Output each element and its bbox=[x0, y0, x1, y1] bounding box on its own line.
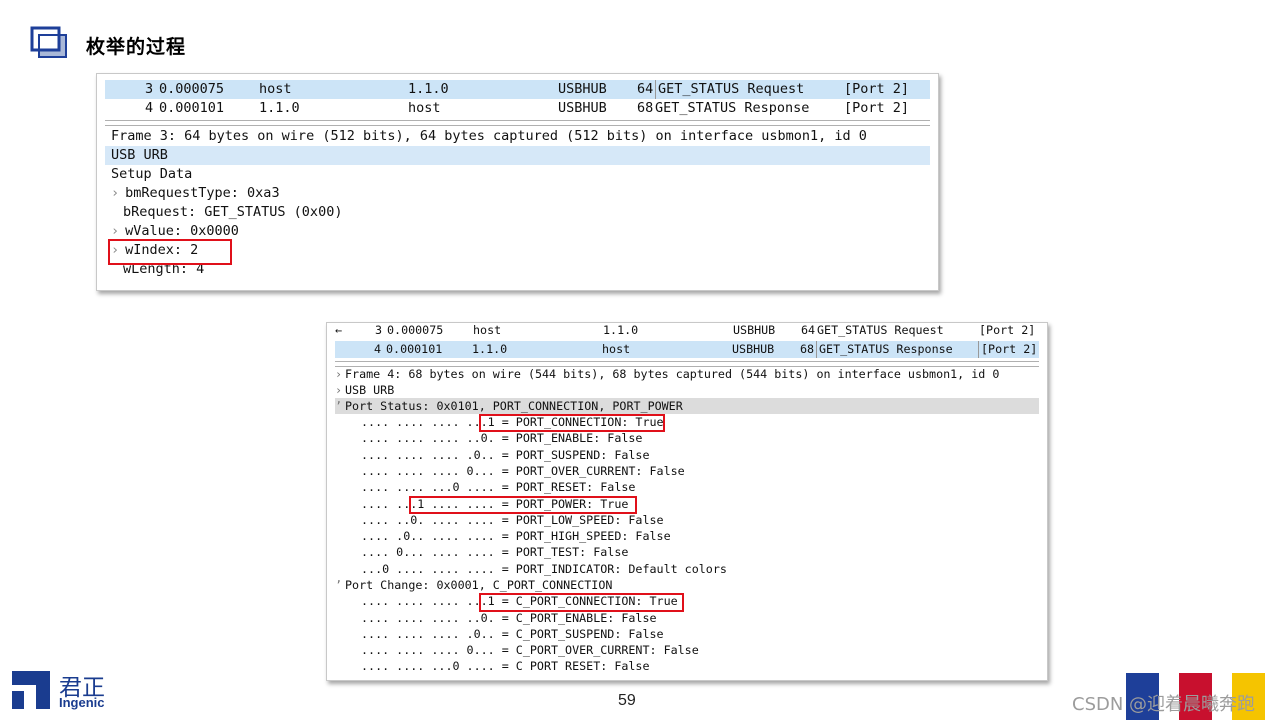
bit-field-row[interactable]: ...0 .... .... .... = PORT_INDICATOR: De… bbox=[335, 561, 1039, 577]
packet-info: GET_STATUS Response bbox=[816, 341, 953, 358]
packet-no: 3 bbox=[145, 81, 154, 97]
logo-english-name: Ingenic bbox=[59, 695, 105, 710]
detail-port-change[interactable]: ʼ Port Change: 0x0001, C_PORT_CONNECTION bbox=[335, 577, 1039, 593]
detail-text: bmRequestType: 0xa3 bbox=[125, 185, 280, 201]
packet-destination: 1.1.0 bbox=[408, 81, 449, 97]
bit-field-row[interactable]: .... .... .... 0... = C_PORT_OVER_CURREN… bbox=[335, 642, 1039, 658]
detail-brequest[interactable]: bRequest: GET_STATUS (0x00) bbox=[105, 203, 930, 222]
packet-time: 0.000101 bbox=[159, 100, 225, 116]
title-squares-icon bbox=[30, 26, 67, 58]
packet-length: 64 bbox=[801, 323, 816, 337]
bit-field-row[interactable]: .... .... .... 0... = PORT_OVER_CURRENT:… bbox=[335, 463, 1039, 479]
watermark: CSDN @迎着晨曦奔跑 bbox=[1072, 694, 1256, 715]
detail-text: Port Status: 0x0101, PORT_CONNECTION, PO… bbox=[345, 399, 683, 413]
packet-source: 1.1.0 bbox=[259, 100, 300, 116]
page-number: 59 bbox=[618, 692, 636, 709]
packet-info: GET_STATUS Response bbox=[655, 100, 810, 116]
packet-protocol: USBHUB bbox=[558, 100, 607, 116]
detail-bmrequesttype[interactable]: › bmRequestType: 0xa3 bbox=[105, 184, 930, 203]
detail-frame[interactable]: Frame 3: 64 bytes on wire (512 bits), 64… bbox=[105, 127, 930, 146]
packet-row[interactable]: 4 0.000101 1.1.0 host USBHUB 68 GET_STAT… bbox=[105, 99, 930, 118]
packet-time: 0.000101 bbox=[386, 342, 443, 356]
packet-port: [Port 2] bbox=[979, 323, 1036, 337]
highlight-box bbox=[479, 593, 684, 612]
highlight-box bbox=[108, 239, 232, 265]
expand-caret-icon[interactable]: › bbox=[335, 366, 345, 382]
bit-field-row[interactable]: .... .0.. .... .... = PORT_HIGH_SPEED: F… bbox=[335, 528, 1039, 544]
detail-text: wValue: 0x0000 bbox=[125, 223, 239, 239]
bit-field-row[interactable]: .... .... ...0 .... = C PORT RESET: Fals… bbox=[335, 658, 1039, 674]
packet-port: [Port 2] bbox=[978, 341, 1037, 358]
collapse-caret-icon[interactable]: ʼ bbox=[335, 577, 345, 593]
expand-chevron-icon[interactable]: › bbox=[111, 223, 119, 239]
packet-protocol: USBHUB bbox=[732, 342, 775, 356]
bit-field-row[interactable]: .... .... .... .0.. = PORT_SUSPEND: Fals… bbox=[335, 447, 1039, 463]
detail-usb-urb[interactable]: › USB URB bbox=[335, 382, 1039, 398]
detail-port-status[interactable]: ʼ Port Status: 0x0101, PORT_CONNECTION, P… bbox=[335, 398, 1039, 415]
packet-destination: host bbox=[602, 342, 631, 356]
expand-caret-icon[interactable]: › bbox=[335, 382, 345, 398]
bit-field-row[interactable]: .... ..0. .... .... = PORT_LOW_SPEED: Fa… bbox=[335, 512, 1039, 528]
packet-no: 4 bbox=[145, 100, 154, 116]
bit-field-row[interactable]: .... .... .... ..0. = C_PORT_ENABLE: Fal… bbox=[335, 610, 1039, 626]
packet-destination: host bbox=[408, 100, 441, 116]
bit-field-row[interactable]: .... .... ...0 .... = PORT_RESET: False bbox=[335, 479, 1039, 495]
detail-setup-data[interactable]: Setup Data bbox=[105, 165, 930, 184]
detail-frame[interactable]: › Frame 4: 68 bytes on wire (544 bits), 6… bbox=[335, 366, 1039, 382]
slide-title: 枚举的过程 bbox=[86, 36, 187, 58]
bit-field-row[interactable]: .... .... .... .0.. = C_PORT_SUSPEND: Fa… bbox=[335, 626, 1039, 642]
packet-no: 3 bbox=[375, 323, 383, 337]
highlight-box bbox=[479, 414, 665, 432]
packet-length: 64 bbox=[637, 81, 654, 97]
bit-field-row[interactable]: .... .... .... ...1 = PORT_CONNECTION: T… bbox=[335, 414, 1039, 430]
packet-capture-response: ← 3 0.000075 host 1.1.0 USBHUB 64 GET_ST… bbox=[326, 322, 1048, 681]
bit-field-row[interactable]: .... .... .... ...1 = C_PORT_CONNECTION:… bbox=[335, 593, 1039, 609]
packet-time: 0.000075 bbox=[387, 323, 444, 337]
packet-row[interactable]: 4 0.000101 1.1.0 host USBHUB 68 GET_STAT… bbox=[335, 341, 1039, 358]
highlight-box bbox=[409, 496, 637, 514]
bit-field-row[interactable]: .... .... .... ..0. = PORT_ENABLE: False bbox=[335, 430, 1039, 446]
detail-text: USB URB bbox=[345, 383, 395, 397]
detail-text: Frame 4: 68 bytes on wire (544 bits), 68… bbox=[345, 367, 1000, 381]
packet-port: [Port 2] bbox=[844, 81, 910, 97]
pane-divider[interactable] bbox=[105, 120, 930, 126]
packet-info: GET_STATUS Request bbox=[655, 80, 804, 99]
packet-info: GET_STATUS Request bbox=[817, 323, 944, 337]
packet-protocol: USBHUB bbox=[558, 81, 607, 97]
packet-capture-request: 3 0.000075 host 1.1.0 USBHUB 64 GET_STAT… bbox=[96, 73, 939, 291]
packet-source: host bbox=[259, 81, 292, 97]
packet-source: host bbox=[473, 323, 502, 337]
packet-length: 68 bbox=[800, 342, 815, 356]
detail-text: Port Change: 0x0001, C_PORT_CONNECTION bbox=[345, 578, 613, 592]
packet-time: 0.000075 bbox=[159, 81, 225, 97]
packet-row[interactable]: 3 0.000075 host 1.1.0 USBHUB 64 GET_STAT… bbox=[105, 80, 930, 99]
packet-port: [Port 2] bbox=[844, 100, 910, 116]
ingenic-logo-icon bbox=[12, 671, 50, 709]
packet-no: 4 bbox=[374, 342, 382, 356]
collapse-caret-icon[interactable]: ʼ bbox=[335, 398, 345, 414]
packet-row[interactable]: ← 3 0.000075 host 1.1.0 USBHUB 64 GET_ST… bbox=[331, 323, 1043, 337]
packet-length: 68 bbox=[637, 100, 654, 116]
arrow-icon: ← bbox=[335, 323, 343, 337]
packet-destination: 1.1.0 bbox=[603, 323, 639, 337]
detail-usb-urb[interactable]: USB URB bbox=[105, 146, 930, 165]
packet-source: 1.1.0 bbox=[472, 342, 508, 356]
packet-protocol: USBHUB bbox=[733, 323, 776, 337]
expand-chevron-icon[interactable]: › bbox=[111, 185, 119, 201]
bit-field-row[interactable]: .... 0... .... .... = PORT_TEST: False bbox=[335, 544, 1039, 560]
